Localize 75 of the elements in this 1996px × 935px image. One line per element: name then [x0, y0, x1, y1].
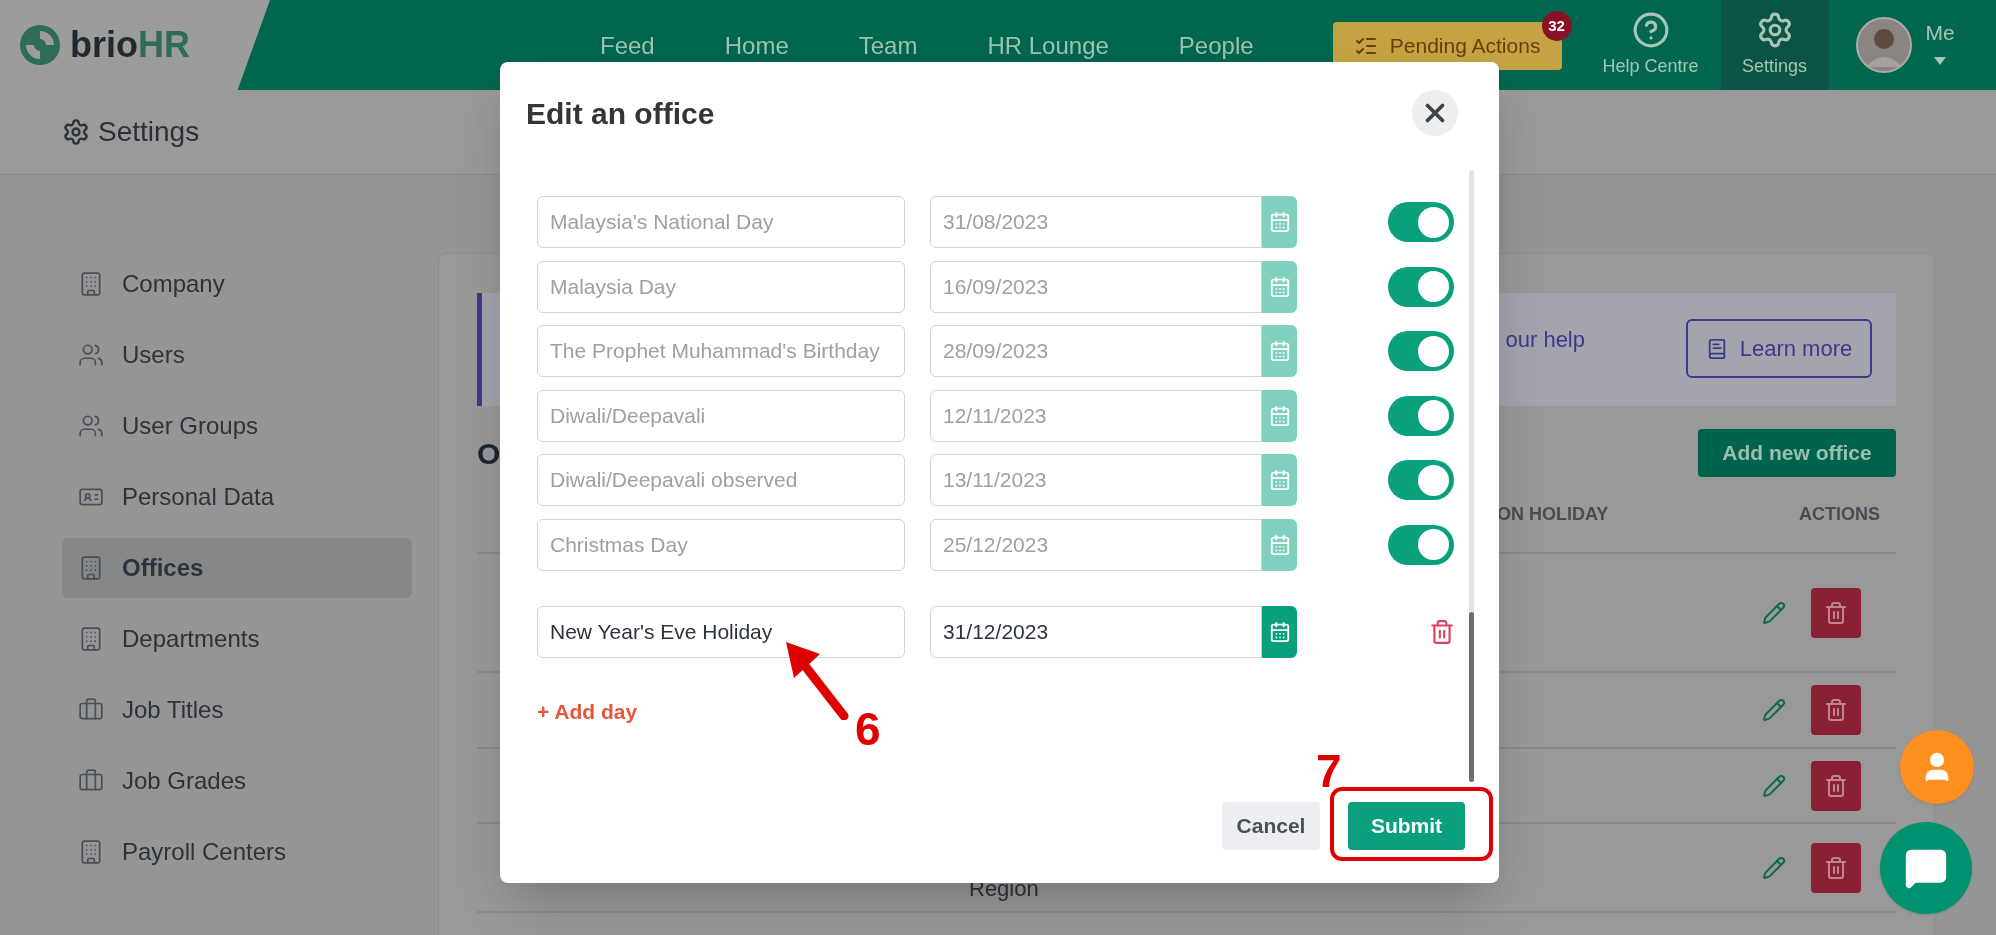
caret-icon[interactable]	[1934, 56, 1947, 65]
trash-icon	[1824, 698, 1848, 722]
edit-icon[interactable]	[1762, 698, 1786, 722]
settings-icon	[62, 118, 90, 146]
calendar-button[interactable]	[1262, 389, 1297, 442]
learn-more-button[interactable]: Learn more	[1686, 319, 1872, 378]
users-icon	[78, 342, 104, 368]
delete-button[interactable]	[1811, 760, 1861, 811]
banner-text: our help	[1505, 326, 1585, 354]
trash-icon	[1824, 855, 1848, 880]
help-icon	[1631, 10, 1670, 49]
calendar-button[interactable]	[1262, 605, 1297, 658]
calendar-button[interactable]	[1262, 454, 1297, 506]
sidebar-item[interactable]: Company	[62, 254, 412, 314]
step-number: 7	[1316, 748, 1342, 794]
submit-button[interactable]: Submit	[1348, 802, 1465, 850]
nav-link[interactable]: Feed	[600, 28, 655, 64]
building-icon	[78, 271, 104, 297]
help-centre-button[interactable]: Help Centre	[1588, 0, 1713, 90]
calendar-icon	[1268, 404, 1291, 427]
count-badge: 32	[1541, 11, 1572, 41]
calendar-button[interactable]	[1262, 325, 1297, 377]
step-number: 6	[855, 706, 881, 752]
delete-button[interactable]	[1811, 842, 1861, 893]
edit-icon[interactable]	[1762, 855, 1786, 880]
trash-icon[interactable]	[1429, 618, 1455, 645]
delete-button[interactable]	[1811, 587, 1861, 638]
dialog-title: Edit an office	[526, 95, 715, 132]
add-day-link[interactable]: + Add day	[537, 695, 638, 727]
calendar-icon	[1268, 469, 1291, 491]
column-header: ACTIONS	[1799, 503, 1880, 526]
calendar-icon	[1268, 275, 1291, 298]
section-heading: O	[477, 435, 501, 472]
sidebar-item[interactable]: Personal Data	[62, 467, 412, 527]
briefcase-icon	[78, 697, 104, 723]
building-icon	[78, 626, 104, 652]
calendar-icon	[1268, 533, 1291, 556]
column-header: ON HOLIDAY	[1497, 503, 1609, 526]
logo-icon	[18, 23, 62, 67]
sidebar-item[interactable]: Users	[62, 325, 412, 385]
sidebar-item[interactable]: Job Grades	[62, 751, 412, 811]
calendar-icon	[1268, 620, 1291, 643]
logo-text: brioHR	[70, 27, 190, 63]
nav-link[interactable]: People	[1178, 28, 1254, 64]
nav-link[interactable]: Team	[858, 28, 918, 64]
users-icon	[78, 413, 104, 439]
cancel-button[interactable]: Cancel	[1222, 802, 1320, 850]
calendar-icon	[1268, 211, 1291, 233]
calendar-icon	[1268, 340, 1291, 362]
sidebar-item[interactable]: Payroll Centers	[62, 822, 412, 882]
nav-link[interactable]: Home	[724, 28, 789, 64]
add-office-button[interactable]: Add new office	[1698, 429, 1896, 477]
calendar-button[interactable]	[1262, 260, 1297, 313]
trash-icon	[1824, 773, 1848, 798]
sidebar-item[interactable]: User Groups	[62, 396, 412, 456]
edit-icon[interactable]	[1762, 600, 1786, 625]
avatar[interactable]	[1855, 17, 1912, 73]
holiday-name-field[interactable]: New Year's Eve Holiday	[537, 605, 905, 658]
nav-link[interactable]: HR Lounge	[987, 28, 1109, 64]
sidebar-item[interactable]: Offices	[62, 538, 412, 598]
calendar-button[interactable]	[1262, 518, 1297, 571]
briefcase-icon	[78, 768, 104, 794]
building-icon	[78, 555, 104, 581]
calendar-button[interactable]	[1262, 196, 1297, 248]
settings-tab[interactable]: Settings	[1720, 0, 1829, 90]
edit-icon[interactable]	[1762, 773, 1786, 798]
date-field[interactable]: 31/12/2023	[930, 605, 1262, 658]
sidebar-item[interactable]: Departments	[62, 609, 412, 669]
page-title: Settings	[98, 115, 200, 149]
user-label[interactable]: Me	[1925, 17, 1955, 49]
close-button[interactable]	[1412, 90, 1458, 136]
building-icon	[78, 839, 104, 865]
trash-icon	[1824, 600, 1848, 625]
sidebar-item[interactable]: Job Titles	[62, 680, 412, 740]
delete-button[interactable]	[1811, 685, 1861, 735]
